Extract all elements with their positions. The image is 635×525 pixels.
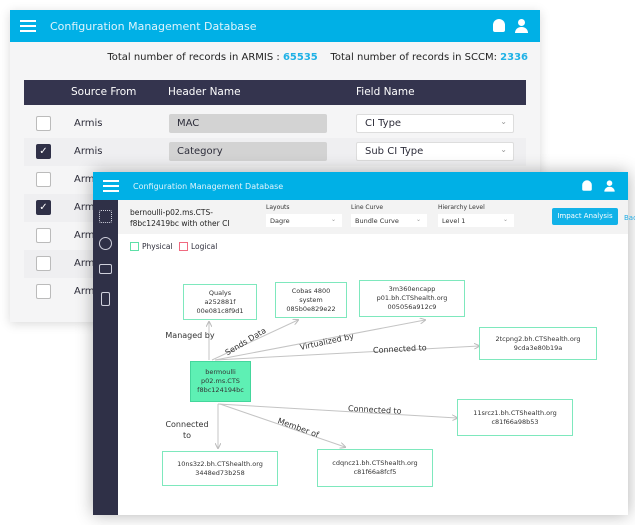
node-text: 11srcz1.bh.CTShealth.org [473, 408, 557, 417]
node-text: f8bc124194bc [197, 386, 244, 394]
node-text: Qualys [208, 288, 232, 297]
node-text: a252881f [204, 297, 236, 306]
ci-node[interactable]: 2tcpng2.bh.CTShealth.org 9cda3e80b19a [479, 327, 597, 360]
node-text: 3m360encapp [388, 285, 436, 293]
node-text: p02.ms.CTS [201, 377, 240, 385]
node-text: 3448ed73b258 [195, 468, 245, 477]
ci-node[interactable]: Qualys a252881f 00e081c8f9d1 [183, 284, 257, 320]
node-text: c81f66a8fcf5 [353, 468, 397, 476]
ci-node[interactable]: 3m360encapp p01.bh.CTShealth.org 005056a91… [359, 280, 465, 317]
node-text: Cobas 4800 [291, 286, 331, 295]
node-text: p01.bh.CTShealth.org [376, 294, 448, 302]
node-text: bermoulli [205, 368, 236, 376]
edge-label: Connected to [165, 420, 209, 440]
node-text: cdqncz1.bh.CTShealth.org [332, 459, 418, 467]
center-ci-node[interactable]: bermoulli p02.ms.CTS f8bc124194bc [190, 361, 251, 402]
ci-node[interactable]: 11srcz1.bh.CTShealth.org c81f66a98b53 [457, 399, 573, 436]
edge-label: Managed by [165, 331, 215, 340]
edge-tcpng [214, 346, 479, 361]
node-text: 10ns3z2.bh.CTShealth.org [177, 459, 263, 468]
ci-node[interactable]: 10ns3z2.bh.CTShealth.org 3448ed73b258 [162, 451, 278, 486]
node-text: 2tcpng2.bh.CTShealth.org [495, 334, 581, 343]
ci-node[interactable]: Cobas 4800 system 085b0e829e22 [275, 282, 347, 318]
node-text: 085b0e829e22 [286, 304, 336, 313]
graph-edges [0, 0, 635, 525]
node-text: system [299, 295, 323, 304]
node-text: 00e081c8f9d1 [196, 306, 244, 315]
node-text: 005056a912c9 [387, 303, 437, 311]
node-text: c81f66a98b53 [491, 417, 539, 426]
ci-node[interactable]: cdqncz1.bh.CTShealth.org c81f66a8fcf5 [317, 449, 433, 487]
node-text: 9cda3e80b19a [513, 343, 563, 352]
